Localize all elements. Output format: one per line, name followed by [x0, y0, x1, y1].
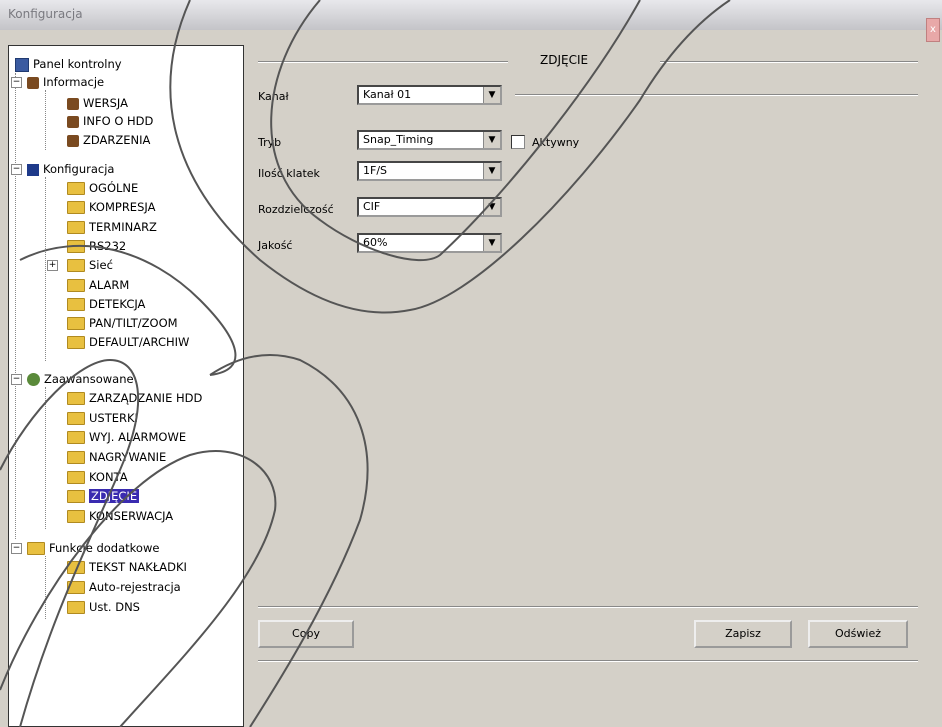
footer-divider — [258, 606, 918, 608]
tree-item-default[interactable]: DEFAULT/ARCHIW — [67, 333, 189, 351]
tree-item-siec[interactable]: Sieć — [67, 256, 113, 274]
section-divider — [660, 61, 918, 63]
tree-item-alarm[interactable]: ALARM — [67, 276, 129, 294]
tree-item-kompresja[interactable]: KOMPRESJA — [67, 198, 155, 216]
kanal-label: Kanał — [258, 90, 289, 103]
folder-icon — [67, 259, 85, 272]
folder-icon — [67, 510, 85, 523]
tree-item-panel-kontrolny[interactable]: Panel kontrolny — [15, 55, 122, 73]
tree-item-konserwacja[interactable]: KONSERWACJA — [67, 507, 173, 525]
dropdown-arrow-icon: ▼ — [483, 163, 500, 179]
folder-icon — [67, 451, 85, 464]
tree-guide-line — [45, 90, 46, 150]
folder-icon — [67, 412, 85, 425]
tree-item-auto-rejestracja[interactable]: Auto-rejestracja — [67, 578, 181, 596]
info-icon — [27, 76, 39, 89]
jakosc-label: Jakość — [258, 239, 293, 252]
window-title: Konfiguracja — [8, 7, 83, 21]
tree-item-konfiguracja[interactable]: Konfiguracja — [27, 160, 114, 178]
folder-icon — [67, 221, 85, 234]
title-bar: Konfiguracja — [0, 0, 942, 30]
section-divider — [515, 94, 918, 96]
rozdzielczosc-select[interactable]: CIF ▼ — [357, 197, 502, 217]
ilosc-klatek-label: Ilość klatek — [258, 167, 320, 180]
folder-icon — [67, 201, 85, 214]
tryb-label: Tryb — [258, 136, 282, 149]
folder-icon — [67, 471, 85, 484]
tree-item-konta[interactable]: KONTA — [67, 468, 128, 486]
wrench-icon — [67, 115, 79, 128]
tryb-select[interactable]: Snap_Timing ▼ — [357, 130, 502, 150]
folder-icon — [67, 317, 85, 330]
folder-icon — [27, 542, 45, 555]
tree-item-rs232[interactable]: RS232 — [67, 237, 126, 255]
collapse-toggle[interactable]: − — [11, 77, 22, 88]
tree-item-tekst-nakladki[interactable]: TEKST NAKŁADKI — [67, 558, 187, 576]
folder-icon — [67, 431, 85, 444]
copy-button[interactable]: Copy — [258, 620, 354, 648]
expand-toggle[interactable]: + — [47, 260, 58, 271]
jakosc-select[interactable]: 60% ▼ — [357, 233, 502, 253]
advanced-icon — [27, 373, 40, 386]
section-title: ZDJĘCIE — [540, 53, 589, 67]
tree-item-zarzadzanie-hdd[interactable]: ZARZĄDZANIE HDD — [67, 389, 202, 407]
tree-item-funkcje-dodatkowe[interactable]: Funkcje dodatkowe — [27, 539, 159, 557]
tree-item-info-hdd[interactable]: INFO O HDD — [67, 112, 153, 130]
tree-item-wersja[interactable]: WERSJA — [67, 94, 128, 112]
folder-icon — [67, 336, 85, 349]
tree-item-ogolne[interactable]: OGÓLNE — [67, 179, 138, 197]
collapse-toggle[interactable]: − — [11, 374, 22, 385]
dropdown-arrow-icon: ▼ — [483, 87, 500, 103]
dropdown-arrow-icon: ▼ — [483, 235, 500, 251]
tree-item-zdjecie[interactable]: ZDJĘCIE — [67, 487, 140, 505]
tree-item-zdarzenia[interactable]: ZDARZENIA — [67, 131, 150, 149]
tree-item-terminarz[interactable]: TERMINARZ — [67, 218, 157, 236]
folder-icon — [67, 601, 85, 614]
collapse-toggle[interactable]: − — [11, 543, 22, 554]
tree-guide-line — [45, 387, 46, 529]
wrench-icon — [67, 134, 79, 147]
folder-icon — [67, 298, 85, 311]
aktywny-checkbox[interactable] — [511, 135, 525, 149]
config-tree: Panel kontrolny − Informacje WERSJA INFO… — [8, 45, 244, 727]
folder-icon — [67, 182, 85, 195]
config-icon — [27, 163, 39, 176]
tree-item-nagrywanie[interactable]: NAGRYWANIE — [67, 448, 166, 466]
dropdown-arrow-icon: ▼ — [483, 199, 500, 215]
control-panel-icon — [15, 57, 29, 72]
wrench-icon — [67, 97, 79, 110]
dropdown-arrow-icon: ▼ — [483, 132, 500, 148]
close-icon: x — [930, 24, 936, 35]
tree-item-wyj-alarmowe[interactable]: WYJ. ALARMOWE — [67, 428, 186, 446]
refresh-button[interactable]: Odśwież — [808, 620, 908, 648]
tree-item-informacje[interactable]: Informacje — [27, 73, 104, 91]
folder-icon — [67, 490, 85, 503]
footer-divider — [258, 660, 918, 662]
aktywny-label: Aktywny — [532, 136, 580, 149]
section-divider — [258, 61, 508, 63]
tree-guide-line — [15, 73, 16, 539]
tree-item-detekcja[interactable]: DETEKCJA — [67, 295, 145, 313]
save-button[interactable]: Zapisz — [694, 620, 792, 648]
kanal-select[interactable]: Kanał 01 ▼ — [357, 85, 502, 105]
tree-item-ptz[interactable]: PAN/TILT/ZOOM — [67, 314, 178, 332]
close-button[interactable]: x — [926, 18, 940, 42]
rozdzielczosc-label: Rozdzielczość — [258, 203, 334, 216]
tree-item-zaawansowane[interactable]: Zaawansowane — [27, 370, 134, 388]
tree-guide-line — [45, 556, 46, 619]
ilosc-klatek-select[interactable]: 1F/S ▼ — [357, 161, 502, 181]
folder-icon — [67, 581, 85, 594]
folder-icon — [67, 279, 85, 292]
tree-item-ust-dns[interactable]: Ust. DNS — [67, 598, 140, 616]
tree-item-usterki[interactable]: USTERKI — [67, 409, 138, 427]
collapse-toggle[interactable]: − — [11, 164, 22, 175]
folder-icon — [67, 561, 85, 574]
folder-icon — [67, 240, 85, 253]
folder-icon — [67, 392, 85, 405]
tree-guide-line — [45, 177, 46, 361]
